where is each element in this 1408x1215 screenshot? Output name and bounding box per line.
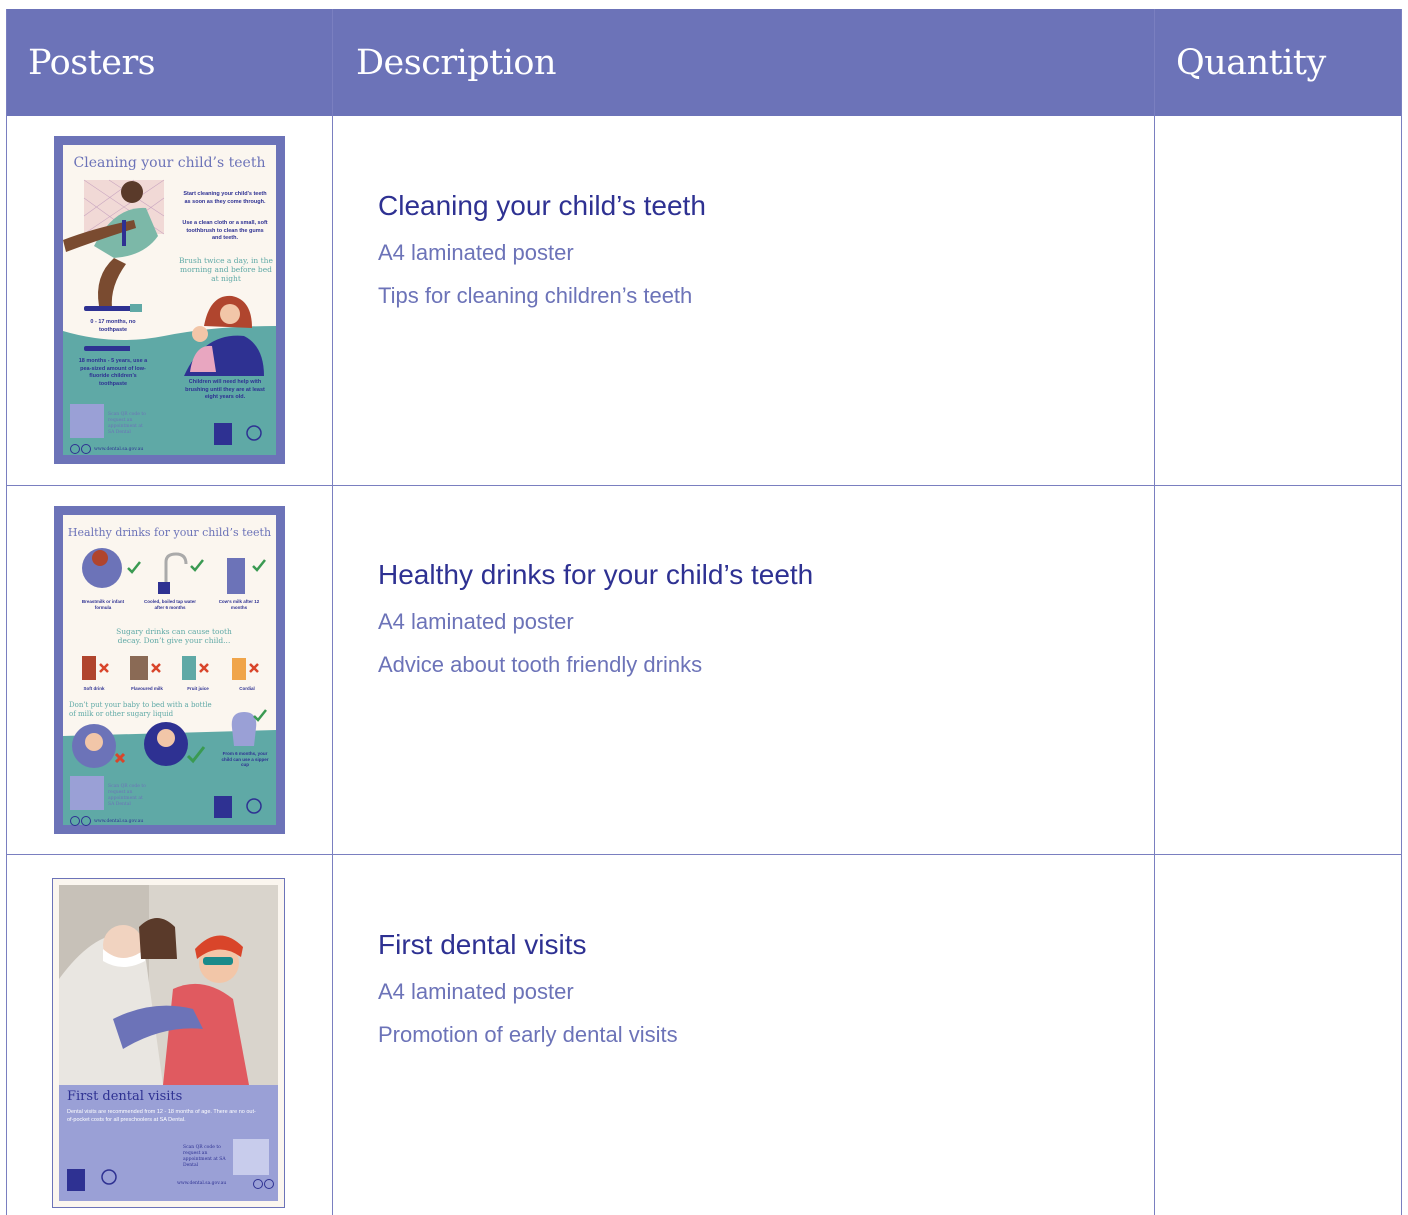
poster-thumbnail-healthy-drinks[interactable]: Healthy drinks for your child’s teeth Br… bbox=[54, 506, 285, 834]
poster-heading: First dental visits bbox=[67, 1089, 183, 1104]
item-title: Healthy drinks for your child’s teeth bbox=[378, 559, 814, 590]
poster-text: Breastmilk or infant formula bbox=[81, 599, 125, 610]
poster-text: Children will need help with brushing un… bbox=[185, 379, 265, 400]
quantity-cell[interactable] bbox=[1155, 486, 1401, 854]
poster-cleaning-teeth-image bbox=[54, 136, 285, 464]
poster-text: Don’t put your baby to bed with a bottle… bbox=[69, 701, 212, 718]
header-quantity: Quantity bbox=[1176, 42, 1326, 83]
poster-first-dental-visits-image bbox=[53, 879, 284, 1207]
poster-text: Use a clean cloth or a small, soft tooth… bbox=[182, 220, 268, 241]
quantity-cell[interactable] bbox=[1155, 855, 1401, 1215]
poster-text: Cooled, boiled tap water after 6 months bbox=[143, 599, 196, 610]
table-border-right bbox=[1401, 9, 1402, 1215]
item-summary: Advice about tooth friendly drinks bbox=[378, 652, 703, 677]
poster-heading: Cleaning your child’s teeth bbox=[73, 155, 266, 171]
item-title: Cleaning your child’s teeth bbox=[378, 190, 706, 221]
poster-text: Start cleaning your child’s teeth as soo… bbox=[183, 191, 267, 205]
poster-text: From 6 months, your child can use a sipp… bbox=[221, 751, 269, 767]
poster-qr-text: Scan QR code to request an appointment a… bbox=[108, 784, 146, 807]
poster-text: 0 - 17 months, no toothpaste bbox=[90, 319, 136, 333]
poster-heading: Healthy drinks for your child’s teeth bbox=[67, 526, 272, 539]
poster-url: www.dental.sa.gov.au bbox=[94, 447, 144, 452]
table-header: Posters Description Quantity bbox=[6, 9, 1402, 116]
item-title: First dental visits bbox=[378, 929, 587, 960]
description-cell: First dental visits A4 laminated poster … bbox=[378, 928, 678, 1048]
poster-order-table: Posters Description Quantity Cleaning yo… bbox=[6, 9, 1402, 1215]
item-summary: Promotion of early dental visits bbox=[378, 1022, 678, 1047]
poster-thumbnail-first-dental-visits[interactable]: First dental visits Dental visits are re… bbox=[52, 878, 285, 1208]
table-border-left bbox=[6, 9, 7, 1215]
poster-qr-text: Scan QR code to request an appointment a… bbox=[108, 412, 146, 435]
poster-qr-text: Scan QR code to request an appointment a… bbox=[183, 1145, 226, 1168]
poster-healthy-drinks-image bbox=[54, 506, 285, 834]
item-format: A4 laminated poster bbox=[378, 240, 574, 265]
poster-text: Fruit juice bbox=[187, 686, 209, 691]
poster-text: Cow’s milk after 12 months bbox=[218, 599, 260, 610]
item-summary: Tips for cleaning children’s teeth bbox=[378, 283, 693, 308]
poster-text: Brush twice a day, in the morning and be… bbox=[179, 256, 273, 283]
poster-text: Dental visits are recommended from 12 - … bbox=[67, 1109, 256, 1123]
header-description: Description bbox=[356, 42, 557, 83]
column-divider bbox=[332, 9, 333, 1215]
poster-url: www.dental.sa.gov.au bbox=[177, 1181, 227, 1186]
poster-text: Sugary drinks can cause tooth decay. Don… bbox=[116, 627, 232, 645]
header-posters: Posters bbox=[28, 42, 156, 83]
poster-text: Cordial bbox=[239, 686, 255, 691]
description-cell: Healthy drinks for your child’s teeth A4… bbox=[378, 558, 813, 678]
poster-text: Soft drink bbox=[83, 686, 105, 691]
poster-thumbnail-cleaning-teeth[interactable]: Cleaning your child’s teeth Start cleani… bbox=[54, 136, 285, 464]
item-format: A4 laminated poster bbox=[378, 979, 574, 1004]
poster-url: www.dental.sa.gov.au bbox=[94, 819, 144, 824]
item-format: A4 laminated poster bbox=[378, 609, 574, 634]
description-cell: Cleaning your child’s teeth A4 laminated… bbox=[378, 189, 706, 309]
poster-text: 18 months - 5 years, use a pea-sized amo… bbox=[78, 358, 148, 387]
poster-text: Flavoured milk bbox=[131, 686, 163, 691]
quantity-cell[interactable] bbox=[1155, 117, 1401, 485]
